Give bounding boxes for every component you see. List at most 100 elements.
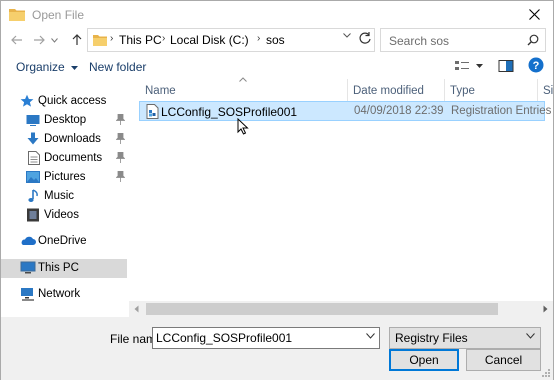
svg-text:?: ? <box>533 60 540 72</box>
nav-item-videos[interactable]: Videos <box>1 206 127 225</box>
help-icon[interactable]: ? <box>528 57 544 73</box>
pin-icon <box>116 171 125 182</box>
address-bar[interactable]: › This PC › Local Disk (C:) › sos <box>87 28 375 52</box>
column-header-date-modified[interactable]: Date modified <box>353 79 424 101</box>
nav-label: Music <box>44 190 75 202</box>
pane-divider <box>129 79 137 301</box>
video-icon <box>27 208 39 222</box>
nav-label: Downloads <box>44 133 101 145</box>
column-header-size[interactable]: Si <box>543 79 553 101</box>
scroll-left-icon[interactable] <box>134 305 139 313</box>
forward-arrow-icon <box>34 35 45 45</box>
file-name-value: LCConfig_SOSProfile001 <box>156 331 293 345</box>
bottom-panel: File name: LCConfig_SOSProfile001 Regist… <box>1 317 553 380</box>
music-note-icon <box>28 189 38 202</box>
nav-label: Quick access <box>38 95 107 107</box>
up-arrow-icon <box>72 34 82 45</box>
view-dropdown-icon[interactable] <box>476 64 483 68</box>
download-arrow-icon <box>27 132 39 145</box>
back-button[interactable] <box>7 31 27 49</box>
computer-icon <box>20 261 36 274</box>
search-input[interactable]: Search sos <box>380 28 546 52</box>
file-name: LCConfig_SOSProfile001 <box>161 105 298 119</box>
column-separator[interactable] <box>444 79 445 101</box>
chevron-down-icon <box>50 37 58 43</box>
nav-item-documents[interactable]: Documents <box>1 149 127 168</box>
file-list: Name Date modified Type Si LCConfig_SOSP… <box>137 77 553 317</box>
breadcrumb-separator: › <box>257 33 261 44</box>
mouse-cursor-icon <box>237 118 249 135</box>
open-button[interactable]: Open <box>389 349 459 371</box>
desktop-icon <box>26 115 40 126</box>
breadcrumb-local-disk[interactable]: Local Disk (C:) <box>170 33 249 47</box>
up-button[interactable] <box>67 31 87 49</box>
new-folder-button[interactable]: New folder <box>89 60 146 74</box>
file-date-modified: 04/09/2018 22:39 <box>354 105 444 117</box>
navigation-pane: Quick access Desktop Downloads Documents <box>1 81 129 317</box>
close-icon <box>528 8 540 20</box>
nav-item-downloads[interactable]: Downloads <box>1 130 127 149</box>
nav-item-quick-access[interactable]: Quick access <box>1 92 127 111</box>
column-header-type[interactable]: Type <box>450 79 475 101</box>
registry-file-icon <box>146 104 159 119</box>
file-type: Registration Entries <box>451 105 552 117</box>
cloud-icon <box>21 236 36 245</box>
column-separator[interactable] <box>537 79 538 101</box>
network-icon <box>21 288 34 301</box>
nav-item-onedrive[interactable]: OneDrive <box>1 232 127 251</box>
open-file-dialog: Open File › This PC › Local Disk (C:) › … <box>0 0 554 380</box>
organize-label: Organize <box>16 60 65 74</box>
nav-item-pictures[interactable]: Pictures <box>1 168 127 187</box>
file-row[interactable]: LCConfig_SOSProfile001 04/09/2018 22:39 … <box>139 101 551 121</box>
document-icon <box>28 151 40 165</box>
chevron-down-icon[interactable] <box>366 333 375 339</box>
search-icon <box>527 34 539 46</box>
breadcrumb-this-pc[interactable]: This PC <box>119 33 162 47</box>
breadcrumb-separator: › <box>162 33 166 44</box>
file-name-input[interactable]: LCConfig_SOSProfile001 <box>152 327 380 349</box>
column-separator[interactable] <box>347 79 348 101</box>
nav-item-desktop[interactable]: Desktop <box>1 111 127 130</box>
nav-item-network[interactable]: Network <box>1 285 127 304</box>
pin-icon <box>116 133 125 144</box>
address-dropdown-icon[interactable] <box>343 33 351 38</box>
breadcrumb-separator: › <box>110 33 114 44</box>
close-button[interactable] <box>519 3 549 25</box>
folder-icon <box>9 9 25 21</box>
window-title: Open File <box>32 8 85 22</box>
horizontal-scrollbar[interactable] <box>129 301 553 317</box>
scroll-right-icon[interactable] <box>543 305 548 313</box>
forward-button[interactable] <box>29 31 49 49</box>
search-placeholder: Search sos <box>389 34 450 48</box>
folder-icon <box>93 35 107 46</box>
nav-label: Desktop <box>44 114 87 126</box>
breadcrumb-sos[interactable]: sos <box>266 33 285 47</box>
view-options-icon[interactable] <box>454 59 470 73</box>
sort-ascending-icon <box>239 77 247 82</box>
organize-button[interactable]: Organize <box>16 60 79 74</box>
cancel-button[interactable]: Cancel <box>466 349 541 371</box>
nav-label: Network <box>38 288 81 300</box>
nav-item-music[interactable]: Music <box>1 187 127 206</box>
column-header-name[interactable]: Name <box>145 79 176 101</box>
nav-label: Pictures <box>44 171 86 183</box>
recent-locations-button[interactable] <box>47 31 61 49</box>
nav-label: Documents <box>44 152 103 164</box>
title-bar: Open File <box>1 1 553 29</box>
star-icon <box>20 94 34 107</box>
nav-item-this-pc[interactable]: This PC <box>1 259 127 278</box>
file-type-filter[interactable]: Registry Files <box>389 327 541 349</box>
pictures-icon <box>26 171 40 183</box>
refresh-icon[interactable] <box>358 31 372 45</box>
command-bar: Organize New folder ? <box>1 55 553 79</box>
chevron-down-icon <box>71 65 79 70</box>
pin-icon <box>116 114 125 125</box>
preview-pane-icon[interactable] <box>498 59 514 73</box>
resize-grip-icon[interactable] <box>541 368 551 378</box>
back-arrow-icon <box>11 35 22 45</box>
file-type-filter-value: Registry Files <box>395 331 468 345</box>
nav-label: Videos <box>44 209 79 221</box>
nav-label: This PC <box>38 262 79 274</box>
nav-label: OneDrive <box>38 235 87 247</box>
scrollbar-thumb[interactable] <box>146 303 498 315</box>
